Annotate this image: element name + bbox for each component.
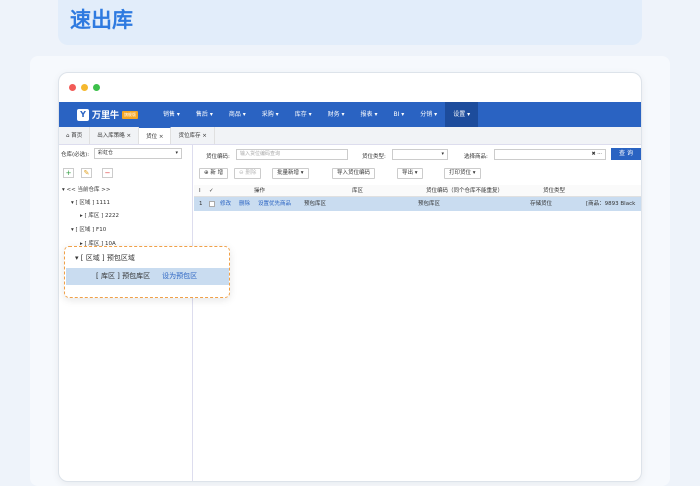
col-code[interactable]: 货位编码（同个仓库不能重复） — [426, 185, 503, 197]
tab-home[interactable]: ⌂ 首页 — [59, 127, 91, 144]
edit-node-button[interactable]: ✎ — [81, 168, 92, 178]
type-select[interactable]: ▾ — [392, 149, 448, 160]
header-card: 速出库 — [58, 0, 642, 45]
table-header: Ⅰ ✓ 操作 库区 货位编码（同个仓库不能重复） 货位类型 — [194, 185, 641, 197]
row-index: 1 — [199, 201, 203, 207]
delete-link[interactable]: 删除 — [239, 197, 250, 211]
logo-icon: Y — [77, 108, 89, 121]
minimize-dot[interactable] — [81, 84, 88, 91]
warehouse-label: 仓库(必选): — [61, 152, 90, 158]
location-main: 货位编码: 输入货位编码查询 货位类型: ▾ 选择商品: ✖ ··· 查 询 ⊕… — [194, 145, 641, 481]
col-select-all[interactable]: ✓ — [209, 185, 214, 197]
nav-settings[interactable]: 设置 ▾ — [445, 102, 479, 127]
set-prepack-link[interactable]: 设为预包区 — [162, 272, 197, 280]
col-index: Ⅰ — [199, 188, 201, 194]
row-checkbox[interactable] — [209, 201, 215, 207]
delete-button[interactable]: ⊖ 删除 — [234, 168, 262, 179]
edition-badge: 旗舰版 — [122, 110, 139, 119]
code-label: 货位编码: — [206, 154, 230, 160]
nav-finance[interactable]: 财务 ▾ — [320, 102, 353, 127]
brand-name: 万里牛 — [92, 111, 120, 121]
tree-node-root[interactable]: ▾ << 当前仓库 >> — [62, 185, 110, 193]
area-name: 预包库区 — [304, 201, 327, 207]
page-title: 速出库 — [70, 8, 133, 32]
add-node-button[interactable]: + — [63, 168, 74, 178]
tab-location[interactable]: 货位 × — [139, 127, 172, 144]
nav-aftersales[interactable]: 售后 ▾ — [188, 102, 221, 127]
tab-location-stock[interactable]: 货位库存 × — [171, 127, 215, 144]
tree-node-zone-2222[interactable]: ▸ [ 库区 ] 2222 — [80, 211, 119, 219]
nav-reports[interactable]: 报表 ▾ — [353, 102, 386, 127]
priority-goods-link[interactable]: 设置优先商品 — [258, 197, 291, 211]
code-input[interactable]: 输入货位编码查询 — [236, 149, 348, 160]
query-button[interactable]: 查 询 — [611, 148, 641, 160]
location-tree-panel: 仓库(必选): 彩虹仓 ▾ + ✎ − ▾ << 当前仓库 >> ▾ [ 区域 ]… — [59, 145, 193, 481]
location-code: 预包库区 — [418, 201, 441, 207]
warehouse-select[interactable]: 彩虹仓 ▾ — [94, 148, 182, 159]
nav-goods[interactable]: 商品 ▾ — [221, 102, 254, 127]
top-nav: Y 万里牛 旗舰版 销售 ▾ 售后 ▾ 商品 ▾ 采购 ▾ 库存 ▾ 财务 ▾ 报表… — [59, 102, 641, 127]
nav-purchase[interactable]: 采购 ▾ — [254, 102, 287, 127]
close-dot[interactable] — [69, 84, 76, 91]
tab-inout-strategy[interactable]: 出入库策略 × — [90, 127, 140, 144]
location-type: 存储货位 — [530, 201, 553, 207]
nav-sales[interactable]: 销售 ▾ — [155, 102, 188, 127]
nav-inventory[interactable]: 库存 ▾ — [287, 102, 320, 127]
chevron-down-icon: ▾ — [441, 151, 444, 157]
edit-link[interactable]: 修改 — [220, 197, 231, 211]
chevron-down-icon: ▾ — [175, 150, 178, 156]
col-type: 货位类型 — [543, 188, 566, 194]
tree-node-prepack-zone[interactable]: [ 库区 ] 预包库区 设为预包区 — [66, 268, 229, 285]
highlight-callout: ▾ [ 区域 ] 预包区域 [ 库区 ] 预包库区 设为预包区 — [64, 246, 230, 298]
clear-icon[interactable]: ✖ ··· — [591, 150, 602, 159]
remove-node-button[interactable]: − — [102, 168, 113, 178]
batch-add-button[interactable]: 批量新增 ▾ — [272, 168, 309, 179]
tab-bar: ⌂ 首页 出入库策略 × 货位 × 货位库存 × — [59, 127, 641, 145]
col-actions: 操作 — [254, 188, 266, 194]
table-row[interactable]: 1 修改 删除 设置优先商品 预包库区 预包库区 存储货位 [商品：9893 B… — [194, 197, 641, 211]
goods-select[interactable]: ✖ ··· — [494, 149, 606, 160]
nav-distribution[interactable]: 分销 ▾ — [412, 102, 445, 127]
import-codes-button[interactable]: 导入货位编码 — [332, 168, 376, 179]
zone-label: [ 库区 ] 预包库区 — [96, 272, 151, 280]
brand-logo[interactable]: Y 万里牛 旗舰版 — [77, 108, 155, 121]
goods-label: 选择商品: — [464, 154, 488, 160]
maximize-dot[interactable] — [93, 84, 100, 91]
tree-node-region-f10[interactable]: ▾ [ 区域 ] F10 — [71, 225, 106, 233]
export-button[interactable]: 导出 ▾ — [397, 168, 423, 179]
add-button[interactable]: ⊕ 新 增 — [199, 168, 229, 179]
tree-node-region-1111[interactable]: ▾ [ 区域 ] 1111 — [71, 198, 110, 206]
goods-info: [商品：9893 Black — [586, 201, 636, 207]
window-controls — [69, 84, 100, 91]
print-button[interactable]: 打印货位 ▾ — [444, 168, 481, 179]
type-label: 货位类型: — [362, 154, 386, 160]
tree-node-prepack-region[interactable]: ▾ [ 区域 ] 预包区域 — [75, 253, 135, 263]
warehouse-value: 彩虹仓 — [98, 150, 114, 156]
nav-bi[interactable]: BI ▾ — [385, 102, 412, 127]
col-area: 库区 — [352, 188, 364, 194]
